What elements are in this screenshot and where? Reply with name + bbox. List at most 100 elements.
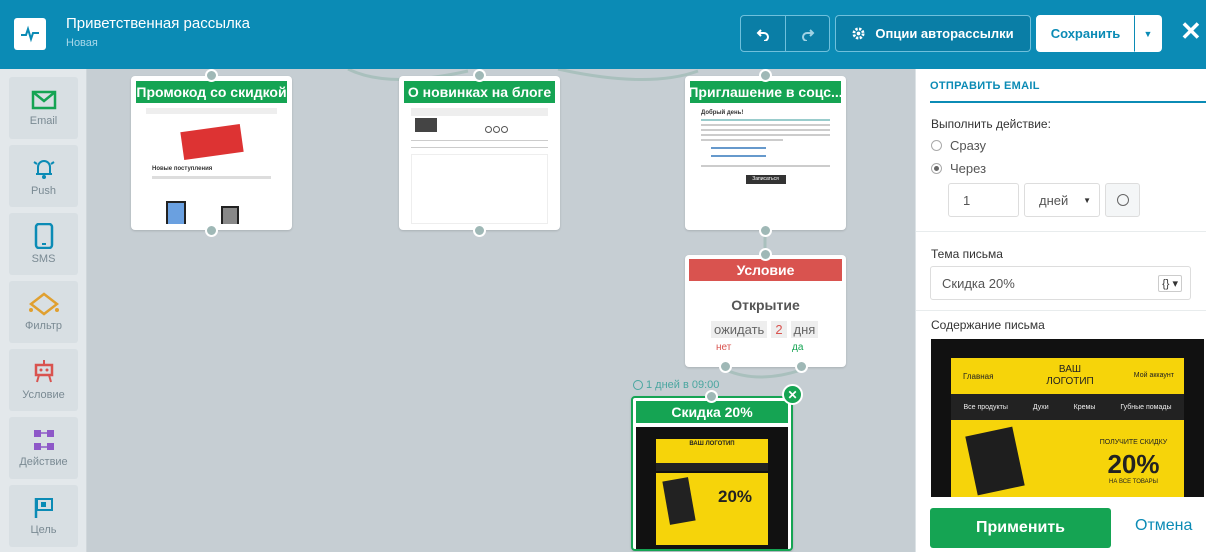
undo-button[interactable] [740,15,786,52]
email-preview-thumbnail: Новые поступления [146,106,277,224]
redo-button[interactable] [785,15,830,52]
tool-label: Push [30,185,57,197]
tool-label: Условие [22,389,65,401]
envelope-icon [31,90,56,110]
time-picker-button[interactable] [1105,183,1140,217]
preview-logo: ВАШ ЛОГОТИП [1046,364,1094,387]
subject-input[interactable]: Скидка 20% {} ▾ [930,266,1191,300]
flag-icon [34,498,53,518]
email-preview-thumbnail: Добрый день! Записаться [697,106,834,224]
radio-delay[interactable]: Через [931,161,986,176]
preview-cta: Записаться [745,175,786,184]
condition-event: Открытие [731,297,800,313]
preview-menu-item: Кремы [1073,403,1096,411]
preview-logo: ВАШ ЛОГОТИП [689,441,735,447]
promo-line1: ПОЛУЧИТЕ СКИДКУ [1099,439,1168,446]
delay-text: 1 дней в 09:00 [646,379,720,391]
tool-sms[interactable]: SMS [9,213,78,275]
node-connector-bottom[interactable] [473,224,486,237]
panel-divider [916,310,1206,311]
action-icon [33,430,54,450]
tool-action[interactable]: Действие [9,417,78,479]
app-logo-icon[interactable] [14,18,46,50]
email-node-social[interactable]: Приглашение в соцс... Добрый день! Запис… [685,76,846,230]
subject-label: Тема письма [931,247,1003,261]
gear-icon [852,27,865,40]
content-label: Содержание письма [931,318,1045,332]
autoresponder-options-button[interactable]: Опции авторассылки [835,15,1031,52]
radio-now[interactable]: Сразу [931,138,986,153]
workflow-canvas[interactable]: Промокод со скидкой Новые поступления О … [88,69,915,552]
email-node-promo[interactable]: Промокод со скидкой Новые поступления [131,76,292,230]
preview-nav-home: Главная [963,372,994,381]
node-title: Скидка 20% [636,401,788,423]
node-connector-no[interactable] [719,360,732,373]
node-connector-top[interactable] [705,390,718,403]
tool-condition[interactable]: Условие [9,349,78,411]
delay-value-input[interactable]: 1 [948,183,1019,217]
preview-menu-item: Духи [1032,403,1049,411]
panel-footer: Применить Отмена [916,497,1206,552]
delay-timer: 1 дней в 09:00 [633,379,719,391]
tool-label: Фильтр [25,320,62,332]
tool-label: Email [29,115,58,127]
save-button[interactable]: Сохранить [1036,15,1135,52]
node-title: Промокод со скидкой [136,81,287,103]
wait-label: ожидать [711,321,768,338]
tool-label: Действие [19,456,68,468]
action-label: Выполнить действие: [931,117,1051,131]
insert-variable-icon[interactable]: {} ▾ [1158,274,1182,292]
radio-label: Через [950,161,987,176]
node-connector-bottom[interactable] [205,224,218,237]
condition-icon [34,360,53,383]
node-connector-top[interactable] [473,69,486,82]
node-connector-yes[interactable] [795,360,808,373]
close-icon[interactable]: ✕ [1180,18,1206,44]
node-title: Приглашение в соцс... [690,81,841,103]
clock-icon [1116,194,1129,206]
element-toolbar: Email Push SMS Фильтр Условие Действие Ц… [0,69,87,552]
remove-node-icon[interactable]: ✕ [782,384,803,405]
cancel-button[interactable]: Отмена [1135,517,1192,535]
preview-percent: 20% [718,487,753,506]
node-connector-top[interactable] [759,69,772,82]
delay-unit-select[interactable]: дней ▼ [1024,183,1100,217]
condition-node[interactable]: Условие Открытие ожидать 2 дня нет да [685,255,846,367]
email-preview-thumbnail [411,106,548,224]
clock-icon [633,380,643,390]
preview-menu: Все продукты Духи Кремы Губные помады [951,394,1184,420]
radio-circle[interactable] [931,163,942,174]
tool-email[interactable]: Email [9,77,78,139]
preview-menu-item: Губные помады [1120,403,1172,411]
tool-label: SMS [31,253,56,265]
email-node-discount[interactable]: Скидка 20% ВАШ ЛОГОТИП 20% [631,396,793,551]
radio-label: Сразу [950,138,987,153]
wait-value[interactable]: 2 [771,321,787,338]
tool-filter[interactable]: Фильтр [9,281,78,343]
email-content-preview[interactable]: Главная ВАШ ЛОГОТИП Мой аккаунт Все прод… [931,339,1204,497]
node-connector-bottom[interactable] [759,224,772,237]
page-title: Приветственная рассылка [66,15,251,32]
undo-icon [756,28,769,41]
condition-wait: ожидать 2 дня [711,321,819,338]
apply-button[interactable]: Применить [930,508,1111,548]
node-connector-top[interactable] [759,248,772,261]
panel-heading: ОТПРАВИТЬ EMAIL [930,80,1040,92]
filter-icon [28,292,59,316]
chevron-down-icon: ▼ [1083,195,1091,205]
subject-value: Скидка 20% [942,275,1015,291]
node-title: О новинках на блоге [404,81,555,103]
preview-heading: Добрый день! [701,110,744,116]
email-node-blog[interactable]: О новинках на блоге [399,76,560,230]
top-header: Приветственная рассылка Новая Опции авто… [0,0,1206,69]
email-preview-thumbnail: ВАШ ЛОГОТИП 20% [636,427,788,549]
radio-circle[interactable] [931,140,942,151]
promo-line2: НА ВСЕ ТОВАРЫ [1109,479,1158,485]
phone-icon [34,223,53,249]
chevron-down-icon: ▼ [1143,28,1153,39]
tool-goal[interactable]: Цель [9,485,78,547]
node-connector-top[interactable] [205,69,218,82]
promo-percent: 20% [1107,449,1160,479]
save-dropdown-button[interactable]: ▼ [1134,15,1162,52]
tool-push[interactable]: Push [9,145,78,207]
